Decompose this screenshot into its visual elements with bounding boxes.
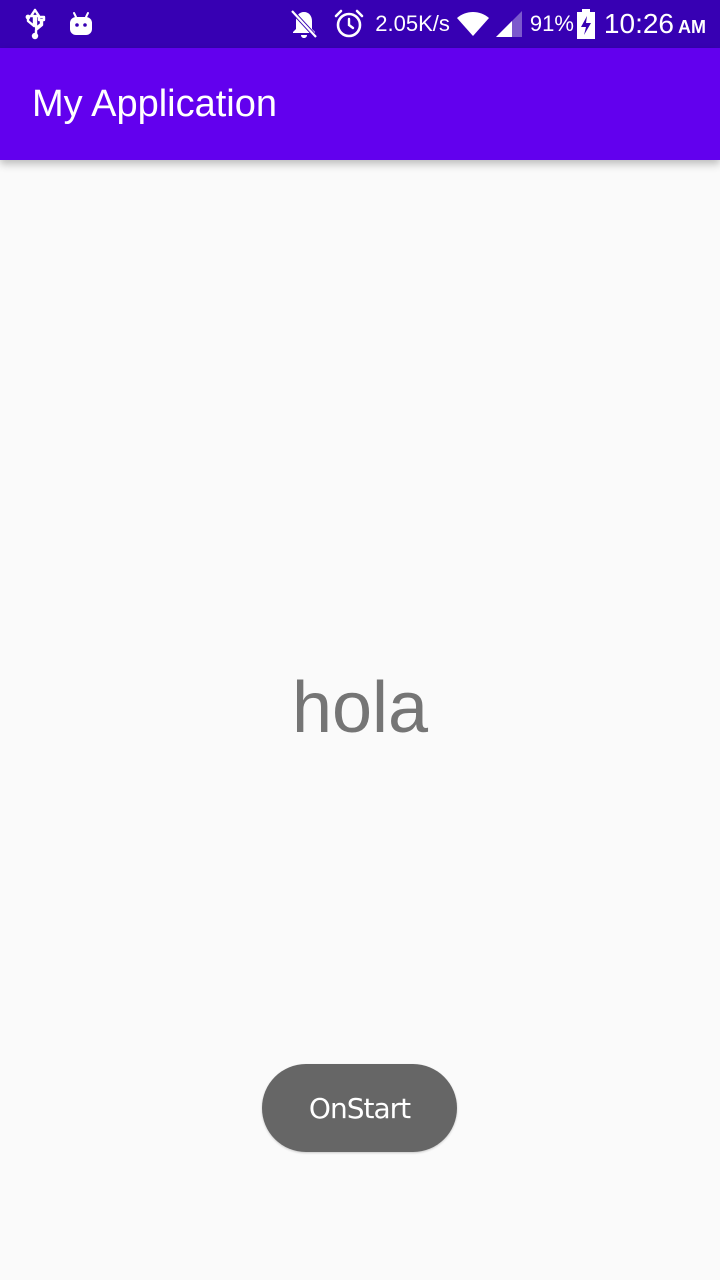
network-speed: 2.05K/s <box>375 11 450 36</box>
app-title: My Application <box>32 83 278 125</box>
status-bar: 2.05K/s 91% 10:26 AM <box>0 0 720 48</box>
status-bar-right: 2.05K/s 91% 10:26 AM <box>289 0 706 48</box>
onstart-button[interactable]: OnStart <box>262 1064 457 1152</box>
usb-icon <box>22 8 48 40</box>
wifi-icon <box>456 10 490 38</box>
notifications-off-icon <box>289 8 319 40</box>
android-icon <box>68 9 94 39</box>
greeting-text: hola <box>291 668 429 748</box>
signal-icon <box>494 9 524 39</box>
clock-time: 10:26 <box>603 8 674 39</box>
status-bar-left <box>22 0 94 48</box>
alarm-icon <box>333 8 365 40</box>
app-bar: My Application <box>0 48 720 160</box>
battery-charging-icon <box>576 8 596 40</box>
app-screen: 2.05K/s 91% 10:26 AM My Application hola… <box>0 0 720 1280</box>
clock: 10:26 AM <box>604 8 706 40</box>
clock-ampm: AM <box>678 17 706 37</box>
battery-percent: 91% <box>529 11 574 36</box>
main-content: hola OnStart <box>0 160 720 1280</box>
